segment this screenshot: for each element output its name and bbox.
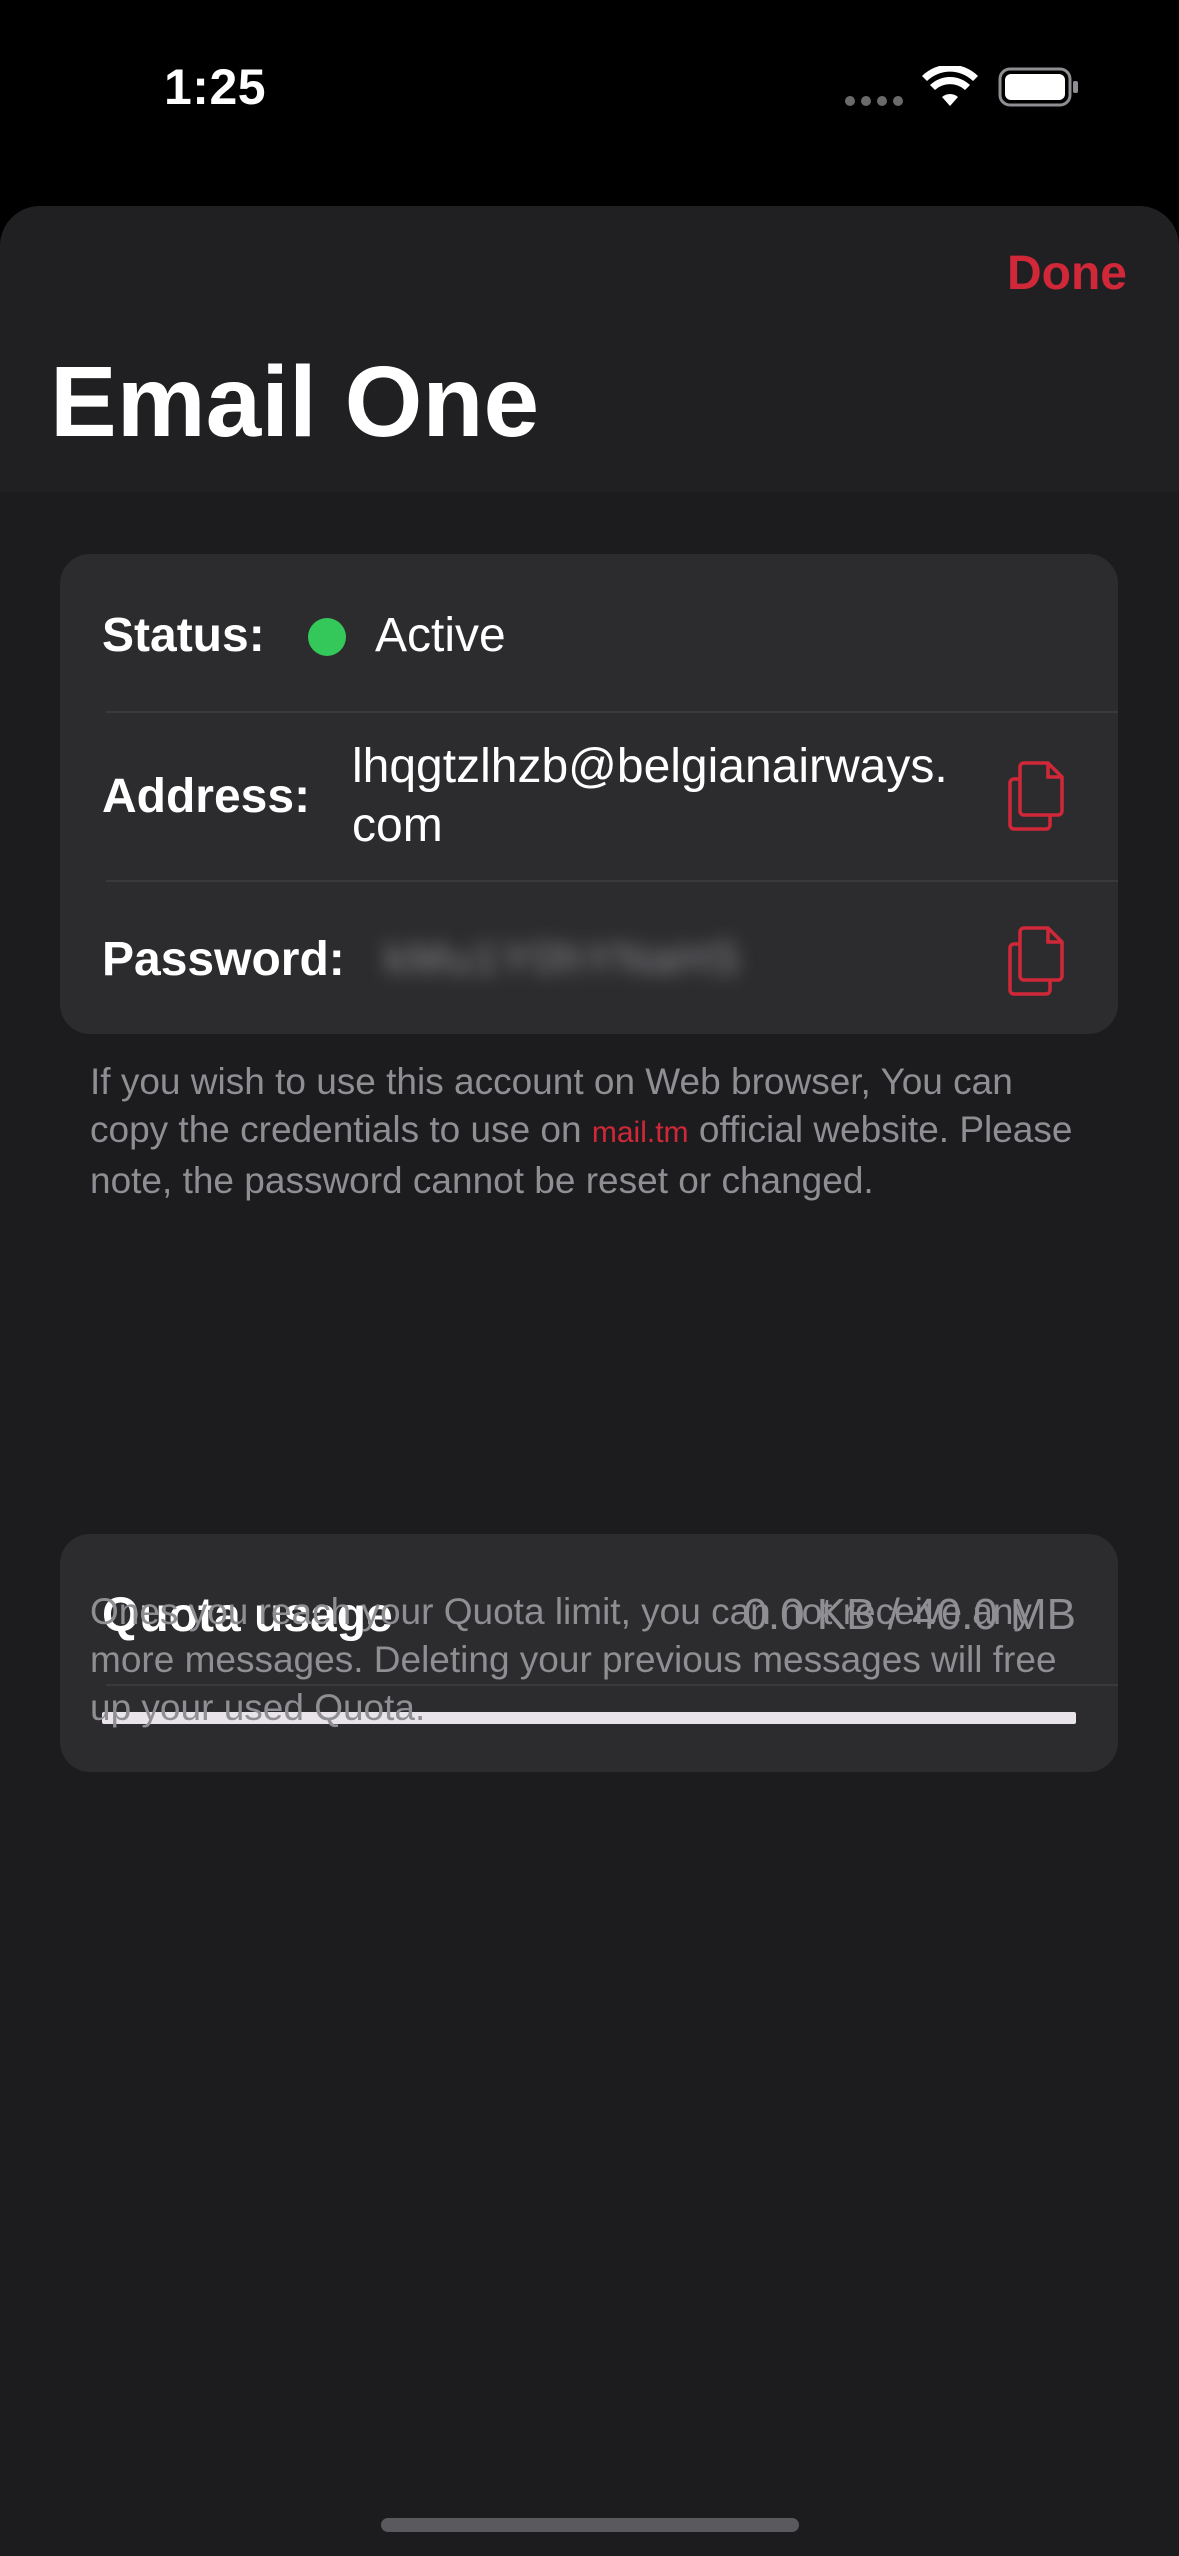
account-info-card: Status: Active Address: lhqgtzlhzb@belgi… [60,554,1118,1034]
done-button[interactable]: Done [1007,246,1127,301]
status-bar: 1:25 [0,0,1179,200]
page-title: Email One [50,346,540,458]
address-label: Address: [102,770,311,823]
address-value: lhqgtzlhzb@belgianairways.com [352,740,948,852]
status-label: Status: [102,609,265,662]
wifi-icon [922,66,978,106]
mail-tm-link[interactable]: mail.tm [592,1116,689,1149]
copy-address-icon[interactable] [1004,759,1068,833]
password-label: Password: [102,933,345,986]
copy-password-icon[interactable] [1004,924,1068,998]
status-row: Status: Active [60,554,1118,712]
sheet-header: Done Email One [0,206,1179,492]
credentials-note: If you wish to use this account on Web b… [90,1058,1090,1205]
battery-icon [998,67,1078,107]
password-row: Password: kMu1Y0hYNaHS [60,882,1118,1034]
address-row: Address: lhqgtzlhzb@belgianairways.com [60,713,1118,881]
status-indicator-dot [308,618,346,656]
quota-note: Ones you reach your Quota limit, you can… [90,1591,1057,1728]
account-sheet: Done Email One Status: Active Address: l… [0,206,1179,2556]
status-value: Active [375,609,506,662]
cellular-signal-icon [845,96,903,106]
home-indicator [381,2518,799,2532]
status-time: 1:25 [164,59,267,115]
password-value-blurred: kMu1Y0hYNaHS [385,934,742,980]
